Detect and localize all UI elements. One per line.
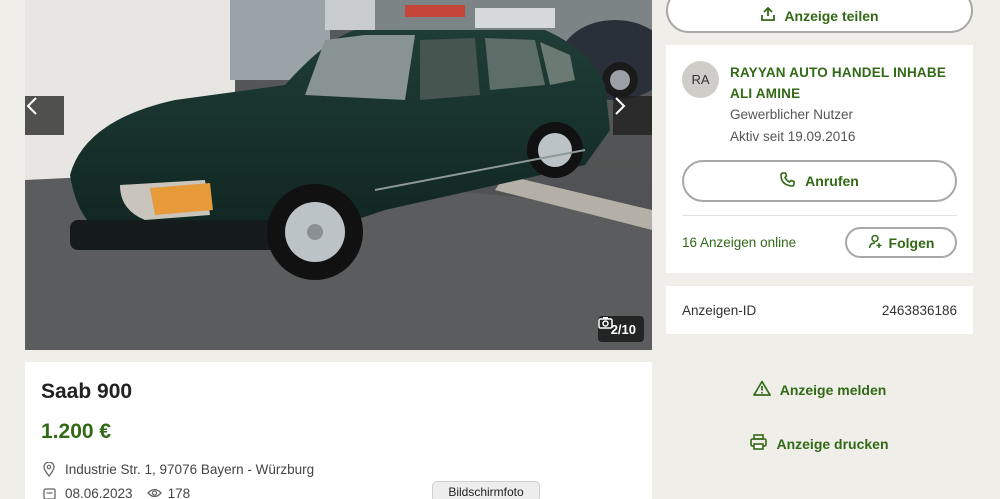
warning-icon — [752, 380, 771, 399]
location-pin-icon — [41, 462, 57, 477]
photo-gallery[interactable]: 2/10 — [25, 0, 652, 350]
follow-label: Folgen — [888, 234, 935, 251]
listing-title: Saab 900 — [41, 380, 133, 403]
call-label: Anrufen — [805, 173, 859, 189]
print-ad-label: Anzeige drucken — [776, 435, 889, 452]
report-ad-label: Anzeige melden — [779, 381, 887, 398]
previous-image-button[interactable] — [25, 96, 64, 135]
eye-icon — [146, 486, 162, 499]
follow-user-icon — [868, 234, 883, 252]
seller-name[interactable]: RAYYAN AUTO HANDEL INHABE ALI AMINE — [730, 62, 960, 104]
printer-icon — [750, 434, 768, 453]
ad-id-value: 2463836186 — [881, 302, 957, 318]
share-icon — [760, 6, 776, 25]
seller-type: Gewerblicher Nutzer — [730, 107, 854, 122]
listing-meta: 08.06.2023 178 — [41, 486, 636, 499]
print-ad-link[interactable]: Anzeige drucken — [666, 434, 973, 453]
screenshot-tooltip: Bildschirmfoto — [432, 481, 540, 499]
listing-location: Industrie Str. 1, 97076 Bayern - Würzbur… — [41, 462, 636, 477]
listing-date: 08.06.2023 — [65, 486, 133, 499]
divider — [682, 215, 957, 216]
report-ad-link[interactable]: Anzeige melden — [666, 380, 973, 399]
ads-online-link[interactable]: 16 Anzeigen online — [682, 235, 796, 250]
share-ad-label: Anzeige teilen — [784, 7, 879, 24]
seller-card: RA RAYYAN AUTO HANDEL INHABE ALI AMINE G… — [666, 45, 973, 273]
listing-price: 1.200 € — [41, 420, 112, 443]
ad-id-label: Anzeigen-ID — [682, 302, 757, 318]
calendar-icon — [41, 487, 57, 499]
seller-avatar: RA — [682, 61, 719, 98]
next-image-button[interactable] — [613, 96, 652, 135]
follow-button[interactable]: Folgen — [845, 227, 957, 258]
listing-details: Saab 900 1.200 € Industrie Str. 1, 97076… — [25, 362, 652, 499]
phone-icon — [780, 172, 795, 190]
views-count: 178 — [146, 486, 191, 499]
ad-id-card: Anzeigen-ID 2463836186 — [666, 286, 973, 334]
image-counter-text: 2/10 — [610, 321, 636, 337]
call-button[interactable]: Anrufen — [682, 160, 957, 202]
seller-active-since: Aktiv seit 19.09.2016 — [730, 129, 856, 144]
share-ad-button[interactable]: Anzeige teilen — [666, 0, 973, 33]
views-text: 178 — [167, 486, 191, 499]
location-text: Industrie Str. 1, 97076 Bayern - Würzbur… — [65, 462, 315, 477]
car-photo — [25, 0, 652, 350]
image-counter: 2/10 — [597, 316, 644, 342]
